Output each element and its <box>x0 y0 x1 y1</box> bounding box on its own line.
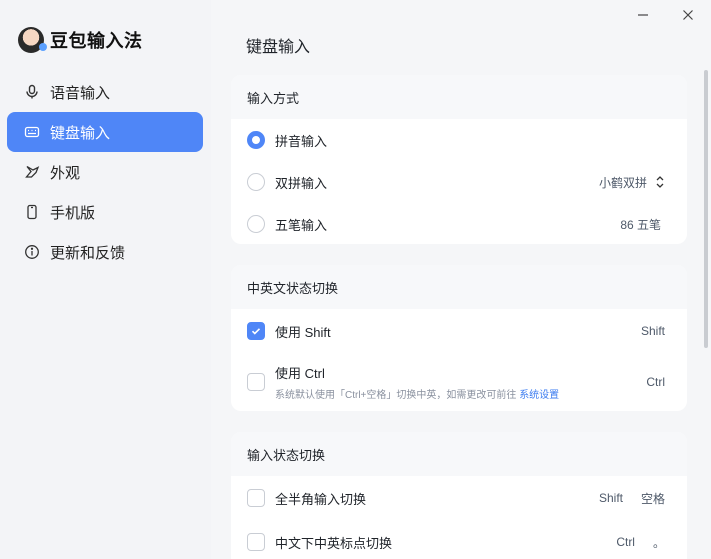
option-wubi[interactable]: 五笔输入 86 五笔 <box>231 203 687 244</box>
option-label: 双拼输入 <box>275 175 328 191</box>
shortcut-key: Ctrl <box>646 375 665 389</box>
sidebar-item-updates-feedback[interactable]: 更新和反馈 <box>7 232 203 272</box>
chevron-updown-icon <box>656 176 664 188</box>
close-icon <box>683 10 693 20</box>
system-settings-link[interactable]: 系统设置 <box>519 390 559 401</box>
option-shuangpin[interactable]: 双拼输入 小鹤双拼 <box>231 161 687 203</box>
option-hint: 系统默认使用「Ctrl+空格」切换中英，如需更改可前往 系统设置 <box>275 390 560 401</box>
card-header: 输入方式 <box>231 75 687 119</box>
microphone-icon <box>23 83 41 101</box>
checkbox-unchecked[interactable] <box>247 373 265 391</box>
sidebar-item-label: 语音输入 <box>50 84 111 102</box>
close-button[interactable] <box>676 6 700 24</box>
phone-icon <box>23 203 41 221</box>
cn-en-switch-card: 中英文状态切换 使用 Shift Shift 使用 Ctrl 系统默认使用「Ct… <box>231 265 687 411</box>
card-header: 中英文状态切换 <box>231 265 687 309</box>
option-label: 使用 Ctrl <box>275 366 325 381</box>
app-name: 豆包输入法 <box>50 31 143 51</box>
sidebar-item-label: 键盘输入 <box>50 124 111 142</box>
appearance-icon <box>23 163 41 181</box>
checkbox-unchecked[interactable] <box>247 489 265 507</box>
option-label: 使用 Shift <box>275 324 331 340</box>
page-title: 键盘输入 <box>246 39 311 56</box>
sidebar-item-label: 外观 <box>50 164 81 182</box>
scrollbar[interactable] <box>704 70 708 348</box>
sidebar-item-voice-input[interactable]: 语音输入 <box>7 72 203 112</box>
app-logo-avatar <box>18 27 47 53</box>
option-use-shift[interactable]: 使用 Shift Shift <box>231 309 687 353</box>
radio-selected[interactable] <box>247 131 265 149</box>
option-use-ctrl[interactable]: 使用 Ctrl 系统默认使用「Ctrl+空格」切换中英，如需更改可前往 系统设置… <box>231 353 687 411</box>
sidebar-item-appearance[interactable]: 外观 <box>7 152 203 192</box>
keyboard-icon <box>23 123 41 141</box>
option-fullwidth-toggle[interactable]: 全半角输入切换 Shift 空格 <box>231 476 687 520</box>
option-punctuation-toggle[interactable]: 中文下中英标点切换 Ctrl 。 <box>231 520 687 559</box>
shortcut-keys: Ctrl 。 <box>616 535 665 550</box>
check-icon <box>251 328 261 335</box>
checkbox-checked[interactable] <box>247 322 265 340</box>
input-state-switch-card: 输入状态切换 全半角输入切换 Shift 空格 中文下中英标点切换 Ctrl 。 <box>231 432 687 559</box>
wubi-version: 86 五笔 <box>620 217 661 232</box>
card-header: 输入状态切换 <box>231 432 687 476</box>
minimize-icon <box>638 14 648 16</box>
sidebar: 豆包输入法 语音输入 键盘输入 外观 手机版 更新和反馈 <box>0 0 211 559</box>
option-label: 拼音输入 <box>275 133 328 149</box>
option-label: 五笔输入 <box>275 217 328 233</box>
main-panel: 键盘输入 输入方式 拼音输入 双拼输入 小鹤双拼 五笔输入 86 五笔 中英文状… <box>211 0 711 559</box>
info-icon <box>23 243 41 261</box>
sidebar-item-label: 手机版 <box>50 204 96 222</box>
select-value: 小鹤双拼 <box>598 175 647 190</box>
radio-unselected[interactable] <box>247 215 265 233</box>
option-label: 中文下中英标点切换 <box>275 535 393 551</box>
sidebar-item-label: 更新和反馈 <box>50 244 126 262</box>
sidebar-item-keyboard-input[interactable]: 键盘输入 <box>7 112 203 152</box>
shuangpin-scheme-select[interactable]: 小鹤双拼 <box>599 174 665 191</box>
shortcut-keys: Shift 空格 <box>598 491 665 506</box>
brand: 豆包输入法 <box>18 24 143 56</box>
checkbox-unchecked[interactable] <box>247 533 265 551</box>
input-method-card: 输入方式 拼音输入 双拼输入 小鹤双拼 五笔输入 86 五笔 <box>231 75 687 244</box>
option-label: 全半角输入切换 <box>275 491 367 507</box>
sidebar-item-mobile[interactable]: 手机版 <box>7 192 203 232</box>
radio-unselected[interactable] <box>247 173 265 191</box>
option-pinyin[interactable]: 拼音输入 <box>231 119 687 161</box>
shortcut-key: Shift <box>640 324 665 338</box>
sidebar-nav: 语音输入 键盘输入 外观 手机版 更新和反馈 <box>7 72 203 272</box>
minimize-button[interactable] <box>631 6 655 24</box>
